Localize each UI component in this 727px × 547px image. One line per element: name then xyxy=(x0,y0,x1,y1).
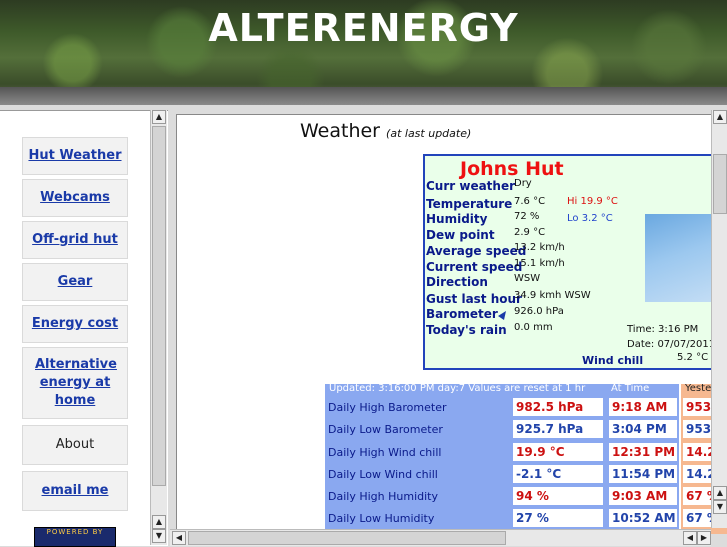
stat-label-low-humidity: Daily Low Humidity xyxy=(328,512,435,525)
at-time-high-barometer: 9:18 AM xyxy=(609,398,677,416)
nav-energy-cost-label[interactable]: Energy cost xyxy=(32,315,118,333)
nav-hut-weather[interactable]: Hut Weather xyxy=(22,137,128,175)
stats-at-time-column: At Time 9:18 AM 3:04 PM 12:31 PM 11:54 P… xyxy=(607,383,679,534)
barometer-value: 926.0 hPa xyxy=(514,306,564,317)
direction-value: WSW xyxy=(514,273,541,284)
humidity-label: Humidity xyxy=(426,212,488,226)
average-speed-label: Average speed xyxy=(426,244,527,258)
nav-webcams-label[interactable]: Webcams xyxy=(40,189,110,207)
update-date: Date: 07/07/2011 xyxy=(627,339,716,350)
stat-label-low-barometer: Daily Low Barometer xyxy=(328,423,443,436)
stats-updated-header: Updated: 3:16:00 PM day:7 Values are res… xyxy=(329,383,586,394)
main-scroll-thumb[interactable] xyxy=(713,154,727,214)
main-scrollbar[interactable]: ▲ ▲ ▼ xyxy=(711,110,727,528)
update-time: Time: 3:16 PM xyxy=(627,324,699,335)
nav-scrollbar[interactable]: ▲ ▲ ▼ xyxy=(150,110,167,545)
main-scroll-left-icon[interactable]: ◀ xyxy=(172,531,186,545)
daily-stats-table: Updated: 3:16:00 PM day:7 Values are res… xyxy=(325,383,727,534)
nav-gear-label[interactable]: Gear xyxy=(58,273,93,291)
stat-value-high-wind-chill: 19.9 °C xyxy=(513,443,603,461)
hut-weather-panel: Johns Hut Curr weather Dry Temperature 7… xyxy=(423,154,727,370)
site-banner: ALTERENERGY xyxy=(0,0,727,105)
stat-value-low-wind-chill: -2.1 °C xyxy=(513,465,603,483)
hut-name: Johns Hut xyxy=(460,158,564,180)
banner-ground xyxy=(0,87,727,105)
nav-scroll-up-icon[interactable]: ▲ xyxy=(152,110,166,124)
at-time-high-humidity: 9:03 AM xyxy=(609,487,677,505)
todays-rain-label: Today's rain xyxy=(426,323,507,337)
temperature-high: Hi 19.9 °C xyxy=(567,196,618,207)
barometer-trend-arrow-icon xyxy=(498,311,506,320)
main-horizontal-scrollbar[interactable]: ◀ ◀ ▶ xyxy=(170,529,711,546)
stat-label-high-wind-chill: Daily High Wind chill xyxy=(328,446,442,459)
nav-gear[interactable]: Gear xyxy=(22,263,128,301)
nav-off-grid-hut[interactable]: Off-grid hut xyxy=(22,221,128,259)
gust-last-hour-label: Gust last hour xyxy=(426,292,522,306)
stat-label-high-humidity: Daily High Humidity xyxy=(328,490,438,503)
weather-heading-text: Weather xyxy=(300,120,380,142)
current-speed-label: Current speed xyxy=(426,260,523,274)
site-title: ALTERENERGY xyxy=(208,6,519,50)
stat-value-low-barometer: 925.7 hPa xyxy=(513,420,603,438)
temperature-low: Lo 3.2 °C xyxy=(567,213,613,224)
wind-chill-label: Wind chill xyxy=(582,354,644,367)
dew-point-value: 2.9 °C xyxy=(514,227,546,238)
current-speed-value: 15.1 km/h xyxy=(514,258,565,269)
main-scroll-left2-icon[interactable]: ◀ xyxy=(683,531,697,545)
main-hscroll-thumb[interactable] xyxy=(188,531,506,545)
at-time-header: At Time xyxy=(611,383,650,394)
stat-value-high-barometer: 982.5 hPa xyxy=(513,398,603,416)
curr-weather-label: Curr weather xyxy=(426,179,516,193)
temperature-value: 7.6 °C xyxy=(514,196,546,207)
nav-off-grid-hut-label[interactable]: Off-grid hut xyxy=(32,231,118,249)
nav-alternative-energy-label[interactable]: Alternative energy at home xyxy=(35,356,117,410)
powered-by-badge[interactable]: POWERED BY xyxy=(34,527,116,547)
gust-last-hour-value: 34.9 kmh WSW xyxy=(514,290,591,301)
stats-values-column: Updated: 3:16:00 PM day:7 Values are res… xyxy=(325,383,607,534)
nav-energy-cost[interactable]: Energy cost xyxy=(22,305,128,343)
powered-by-label: POWERED BY xyxy=(46,528,104,536)
stat-label-low-wind-chill: Daily Low Wind chill xyxy=(328,468,438,481)
stat-value-high-humidity: 94 % xyxy=(513,487,603,505)
direction-label: Direction xyxy=(426,275,488,289)
main-scroll-down-icon[interactable]: ▼ xyxy=(713,500,727,514)
humidity-value: 72 % xyxy=(514,211,540,222)
average-speed-value: 13.2 km/h xyxy=(514,242,565,253)
nav-alternative-energy[interactable]: Alternative energy at home xyxy=(22,347,128,419)
main-scroll-up-icon[interactable]: ▲ xyxy=(713,110,727,124)
todays-rain-value: 0.0 mm xyxy=(514,322,553,333)
curr-weather-value: Dry xyxy=(514,178,532,189)
nav-hut-weather-label[interactable]: Hut Weather xyxy=(28,147,121,165)
main-scroll-up2-icon[interactable]: ▲ xyxy=(713,486,727,500)
main-scroll-right-icon[interactable]: ▶ xyxy=(697,531,711,545)
nav-scroll-down-icon[interactable]: ▼ xyxy=(152,529,166,543)
nav-frame: Hut Weather Webcams Off-grid hut Gear En… xyxy=(0,110,168,546)
yesterday-header: Yeste xyxy=(685,383,712,394)
temperature-label: Temperature xyxy=(426,197,513,211)
at-time-low-humidity: 10:52 AM xyxy=(609,509,677,527)
stat-value-low-humidity: 27 % xyxy=(513,509,603,527)
nav-webcams[interactable]: Webcams xyxy=(22,179,128,217)
at-time-high-wind-chill: 12:31 PM xyxy=(609,443,677,461)
weather-heading: Weather (at last update) xyxy=(300,120,471,142)
at-time-low-barometer: 3:04 PM xyxy=(609,420,677,438)
nav-email-me[interactable]: email me xyxy=(22,471,128,511)
stat-label-high-barometer: Daily High Barometer xyxy=(328,401,447,414)
weather-heading-note: (at last update) xyxy=(386,127,472,140)
nav-email-me-label[interactable]: email me xyxy=(42,482,109,500)
wind-chill-value: 5.2 °C xyxy=(677,352,709,363)
barometer-label: Barometer xyxy=(426,307,498,321)
nav-about[interactable]: About xyxy=(22,425,128,465)
nav-about-label[interactable]: About xyxy=(56,436,94,454)
dew-point-label: Dew point xyxy=(426,228,495,242)
nav-scroll-up2-icon[interactable]: ▲ xyxy=(152,515,166,529)
nav-scroll-thumb[interactable] xyxy=(152,126,166,486)
at-time-low-wind-chill: 11:54 PM xyxy=(609,465,677,483)
